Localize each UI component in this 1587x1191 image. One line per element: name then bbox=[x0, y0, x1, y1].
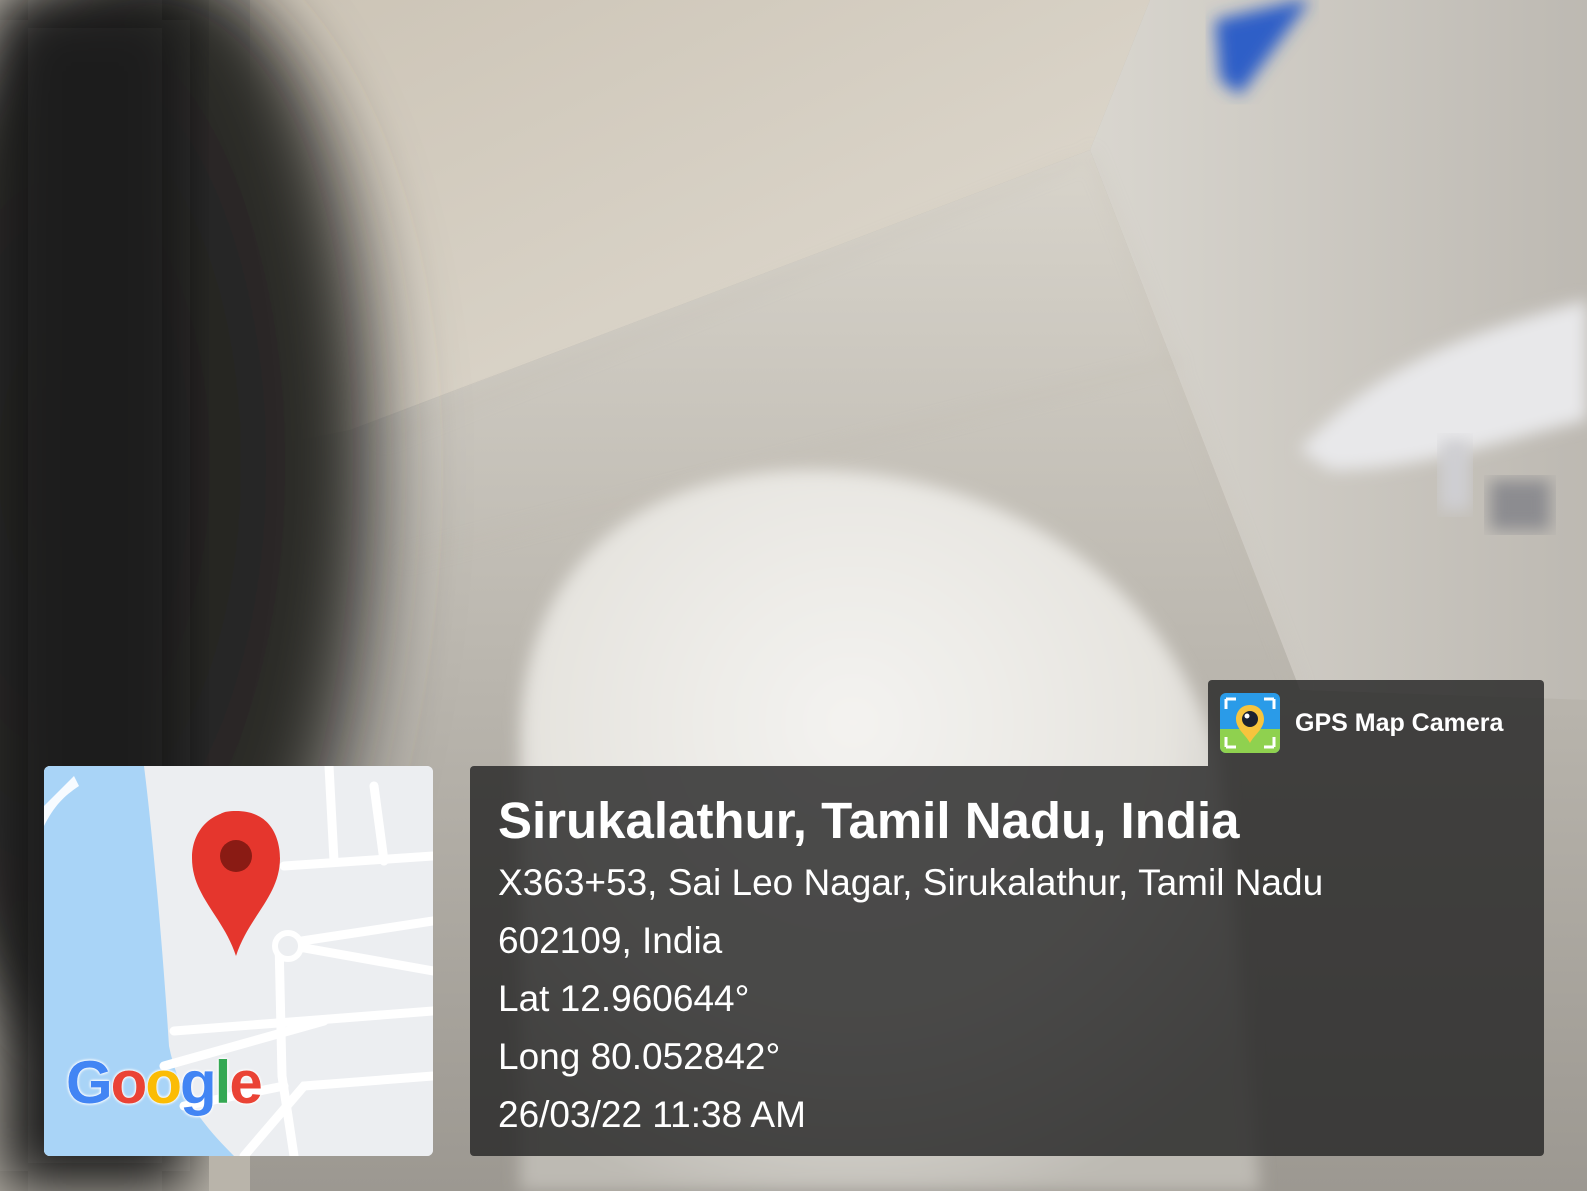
address-line-1: X363+53, Sai Leo Nagar, Sirukalathur, Ta… bbox=[498, 862, 1324, 903]
google-logo-letter: l bbox=[214, 1049, 232, 1116]
longitude-text: Long 80.052842° bbox=[498, 1036, 781, 1077]
google-logo-letter: G bbox=[66, 1049, 113, 1116]
google-logo-letter: o bbox=[110, 1049, 148, 1116]
place-title: Sirukalathur, Tamil Nadu, India bbox=[498, 792, 1240, 849]
google-logo-letter: e bbox=[229, 1049, 262, 1116]
address-line-2: 602109, India bbox=[498, 920, 723, 961]
app-brand-tab: GPS Map Camera bbox=[1208, 680, 1544, 766]
google-logo-letter: o bbox=[145, 1049, 182, 1116]
google-logo-letter: g bbox=[179, 1049, 217, 1116]
brand-label: GPS Map Camera bbox=[1295, 708, 1504, 737]
location-info-panel: Sirukalathur, Tamil Nadu, India X363+53,… bbox=[470, 766, 1544, 1156]
latitude-text: Lat 12.960644° bbox=[498, 978, 750, 1019]
map-thumbnail[interactable]: Google bbox=[44, 766, 433, 1156]
gps-map-camera-app-icon bbox=[1220, 693, 1280, 753]
datetime-text: 26/03/22 11:38 AM bbox=[498, 1094, 806, 1135]
google-logo: Google bbox=[66, 1049, 263, 1116]
